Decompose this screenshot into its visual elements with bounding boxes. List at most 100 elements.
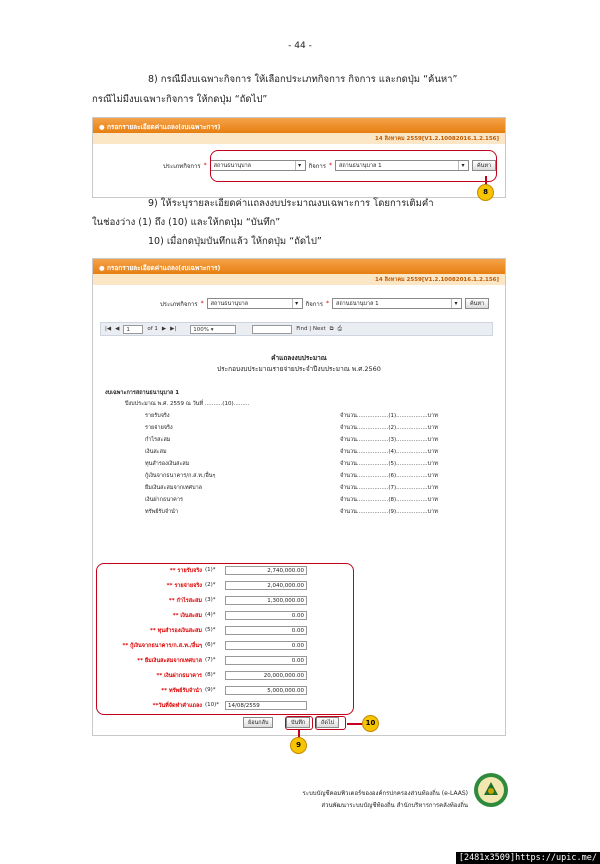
report-line-value: จำนวน..................(7)..............… bbox=[340, 485, 438, 491]
report-line-value: จำนวน..................(4)..............… bbox=[340, 449, 438, 455]
report-line-value: จำนวน..................(8)..............… bbox=[340, 497, 438, 503]
zoom-value: 100% bbox=[193, 326, 209, 333]
panel-date: 14 สิงหาคม 2559[V1.2.10082016.1.2.156] bbox=[93, 274, 505, 285]
amount-field[interactable]: 2,740,000.00 bbox=[225, 566, 307, 575]
field-number: (9)* bbox=[205, 687, 216, 693]
report-line-value: จำนวน..................(9)..............… bbox=[340, 509, 438, 515]
type-label: ประเภทกิจการ bbox=[163, 162, 201, 170]
amount-field[interactable]: 0.00 bbox=[225, 611, 307, 620]
step8-line2: กรณีไม่มีงบเฉพาะกิจการ ให้กดปุ่ม “ถัดไป” bbox=[92, 94, 268, 105]
step9-line2: ในช่องว่าง (1) ถึง (10) และให้กดปุ่ม “บั… bbox=[92, 217, 281, 228]
type-select[interactable]: สถานธนานุบาล ▾ bbox=[206, 298, 303, 309]
panel-date: 14 สิงหาคม 2559[V1.2.10082016.1.2.156] bbox=[93, 133, 505, 144]
business-label: กิจการ bbox=[305, 300, 323, 308]
chevron-down-icon: ▾ bbox=[291, 299, 301, 308]
report-line-value: จำนวน..................(5)..............… bbox=[340, 461, 438, 467]
report-line-label: ทรัพย์รับจำนำ bbox=[145, 509, 179, 515]
zoom-select[interactable]: 100% ▾ bbox=[190, 324, 237, 334]
report-viewer-toolbar: |◀ ◀ 1 of 1 ▶ ▶| 100% ▾ Find | Next ⧉ ⎙ bbox=[100, 322, 493, 336]
field-label: **วันที่จัดทำคำแถลง bbox=[152, 703, 202, 709]
amount-field[interactable]: 0.00 bbox=[225, 626, 307, 635]
field-label: ** กู้เงินจากธนาคาร/ก.ส.ท./อื่นๆ bbox=[122, 643, 202, 649]
report-line-label: ทุนสำรองเงินสะสม bbox=[145, 461, 190, 467]
footer-line2: ส่วนพัฒนาระบบบัญชีท้องถิ่น สำนักบริหารกา… bbox=[321, 802, 468, 809]
export-icon[interactable]: ⧉ bbox=[330, 326, 334, 333]
panel-title: กรอกรายละเอียดค่าแถลง(งบเฉพาะการ) bbox=[106, 264, 221, 272]
dla-logo bbox=[474, 773, 508, 807]
highlight-box-1 bbox=[210, 150, 497, 182]
image-size-url: [2481x3509]https://upic.me/ bbox=[455, 852, 600, 864]
report-section: งบเฉพาะการสถานธนานุบาล 1 bbox=[105, 390, 180, 396]
form-row-2: ประเภทกิจการ * สถานธนานุบาล ▾ กิจการ * สถาน… bbox=[160, 298, 490, 309]
report-date-line: ปีงบประมาณ พ.ศ. 2559 ณ วันที่ ..........… bbox=[125, 401, 250, 407]
field-number: (2)* bbox=[205, 582, 216, 588]
panel-header: ● กรอกรายละเอียดค่าแถลง(งบเฉพาะการ) bbox=[93, 259, 505, 274]
find-next-label[interactable]: Find | Next bbox=[296, 326, 325, 332]
report-line-label: กำไรสะสม bbox=[145, 437, 171, 443]
footer-line1: ระบบบัญชีคอมพิวเตอร์ขององค์กรปกครองส่วนท… bbox=[302, 790, 468, 797]
print-icon[interactable]: ⎙ bbox=[338, 326, 342, 333]
report-line-label: ยืมเงินสะสมจากเทศบาล bbox=[145, 485, 203, 491]
last-page-icon[interactable]: ▶| bbox=[170, 326, 176, 332]
type-select-value: สถานธนานุบาล bbox=[210, 301, 249, 307]
field-number: (10)* bbox=[205, 702, 220, 708]
report-line-label: เงินสะสม bbox=[145, 449, 167, 455]
required-asterisk: * bbox=[200, 300, 204, 307]
report-subtitle: ประกอบงบประมาณรายจ่ายประจำปีงบประมาณ พ.ศ… bbox=[217, 365, 381, 373]
highlight-save bbox=[285, 716, 313, 730]
field-label: ** เงินสะสม bbox=[172, 613, 202, 619]
business-select[interactable]: สถานธนานุบาล 1 ▾ bbox=[331, 298, 462, 309]
business-select-value: สถานธนานุบาล 1 bbox=[335, 301, 379, 307]
marker-10: 10 bbox=[362, 715, 379, 732]
chevron-down-icon: ▾ bbox=[450, 299, 460, 308]
first-page-icon[interactable]: |◀ bbox=[105, 326, 111, 332]
field-label: ** ทุนสำรองเงินสะสม bbox=[149, 628, 202, 634]
page-number: - 44 - bbox=[288, 41, 312, 51]
next-page-icon[interactable]: ▶ bbox=[162, 326, 166, 332]
date-field[interactable]: 14/08/2559 bbox=[225, 701, 307, 710]
panel-title: กรอกรายละเอียดค่าแถลง(งบเฉพาะการ) bbox=[106, 123, 221, 131]
field-label: ** กำไรสะสม bbox=[168, 598, 202, 604]
required-asterisk: * bbox=[325, 300, 329, 307]
back-button[interactable]: ย้อนกลับ bbox=[243, 717, 274, 728]
type-label: ประเภทกิจการ bbox=[160, 300, 198, 308]
field-number: (6)* bbox=[205, 642, 216, 648]
highlight-next bbox=[315, 716, 346, 730]
field-number: (3)* bbox=[205, 597, 216, 603]
marker-9: 9 bbox=[290, 737, 307, 754]
amount-field[interactable]: 2,040,000.00 bbox=[225, 581, 307, 590]
field-number: (5)* bbox=[205, 627, 216, 633]
page-of: of 1 bbox=[147, 326, 158, 332]
field-number: (4)* bbox=[205, 612, 216, 618]
required-asterisk: * bbox=[203, 162, 207, 169]
report-line-value: จำนวน..................(2)..............… bbox=[340, 425, 438, 431]
field-label: ** รายรับจริง bbox=[169, 568, 202, 574]
step8-line1: 8) กรณีมีงบเฉพาะกิจการ ให้เลือกประเภทกิจ… bbox=[148, 74, 458, 85]
amount-field[interactable]: 0.00 bbox=[225, 641, 307, 650]
amount-field[interactable]: 0.00 bbox=[225, 656, 307, 665]
report-line-label: รายรับจริง bbox=[145, 413, 170, 419]
amount-field[interactable]: 1,300,000.00 bbox=[225, 596, 307, 605]
page-input[interactable]: 1 bbox=[123, 324, 144, 334]
report-line-label: กู้เงินจากธนาคาร/ก.ส.ท./อื่นๆ bbox=[145, 473, 216, 479]
report-line-label: รายจ่ายจริง bbox=[145, 425, 173, 431]
find-input[interactable] bbox=[252, 324, 293, 334]
prev-page-icon[interactable]: ◀ bbox=[115, 326, 119, 332]
step10-line: 10) เมื่อกดปุ่มบันทึกแล้ว ให้กดปุ่ม “ถัด… bbox=[148, 236, 322, 247]
field-label: ** ทรัพย์รับจำนำ bbox=[161, 688, 202, 694]
panel-header: ● กรอกรายละเอียดค่าแถลง(งบเฉพาะการ) bbox=[93, 118, 505, 133]
field-label: ** รายจ่ายจริง bbox=[166, 583, 202, 589]
amount-field[interactable]: 20,000,000.00 bbox=[225, 671, 307, 680]
marker-line bbox=[347, 723, 363, 725]
report-line-value: จำนวน..................(6)..............… bbox=[340, 473, 438, 479]
marker-8: 8 bbox=[477, 184, 494, 201]
amount-field[interactable]: 5,000,000.00 bbox=[225, 686, 307, 695]
report-line-value: จำนวน..................(1)..............… bbox=[340, 413, 438, 419]
report-line-label: เงินฝากธนาคาร bbox=[145, 497, 183, 503]
search-button[interactable]: ค้นหา bbox=[464, 298, 490, 309]
step9-line1: 9) ให้ระบุรายละเอียดค่าแถลงงบประมาณงบเฉพ… bbox=[148, 198, 434, 209]
field-label: ** เงินฝากธนาคาร bbox=[156, 673, 202, 679]
report-line-value: จำนวน..................(3)..............… bbox=[340, 437, 438, 443]
field-number: (7)* bbox=[205, 657, 216, 663]
report-title: คำแถลงงบประมาณ bbox=[271, 354, 327, 362]
